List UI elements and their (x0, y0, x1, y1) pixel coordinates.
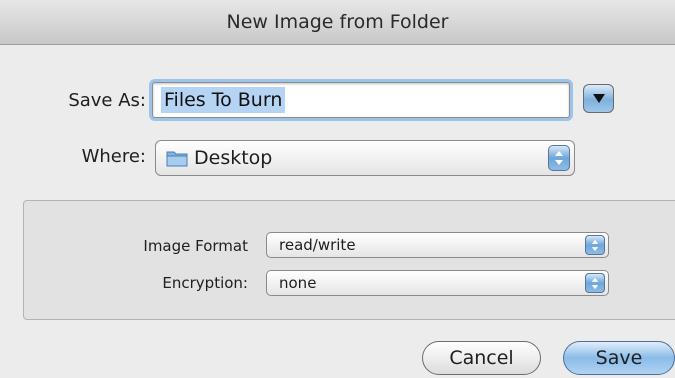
where-value: Desktop (194, 147, 273, 169)
where-stepper (548, 145, 570, 171)
up-down-arrows-icon (591, 277, 599, 289)
up-down-arrows-icon (555, 151, 563, 165)
window-title-bar[interactable]: New Image from Folder (0, 0, 675, 45)
cancel-button-label: Cancel (449, 347, 514, 369)
encryption-label: Encryption: (162, 274, 248, 292)
save-as-field[interactable]: Files To Burn (152, 82, 570, 118)
options-panel (23, 200, 675, 320)
cancel-button[interactable]: Cancel (422, 341, 541, 375)
save-button[interactable]: Save (563, 341, 675, 375)
image-format-label: Image Format (143, 237, 248, 255)
expand-dialog-button[interactable] (583, 84, 614, 113)
image-format-stepper (585, 235, 605, 255)
disclosure-triangle-icon (592, 94, 605, 103)
save-as-label: Save As: (68, 90, 146, 111)
up-down-arrows-icon (591, 239, 599, 251)
where-label: Where: (81, 146, 146, 167)
folder-icon (166, 151, 188, 167)
image-format-popup[interactable]: read/write (266, 232, 609, 258)
where-popup[interactable]: Desktop (155, 140, 575, 176)
encryption-value: none (279, 274, 317, 292)
image-format-value: read/write (279, 236, 356, 254)
window-title: New Image from Folder (226, 11, 449, 33)
encryption-popup[interactable]: none (266, 270, 609, 296)
save-button-label: Save (595, 347, 643, 369)
save-as-value: Files To Burn (161, 87, 286, 113)
encryption-stepper (585, 273, 605, 293)
